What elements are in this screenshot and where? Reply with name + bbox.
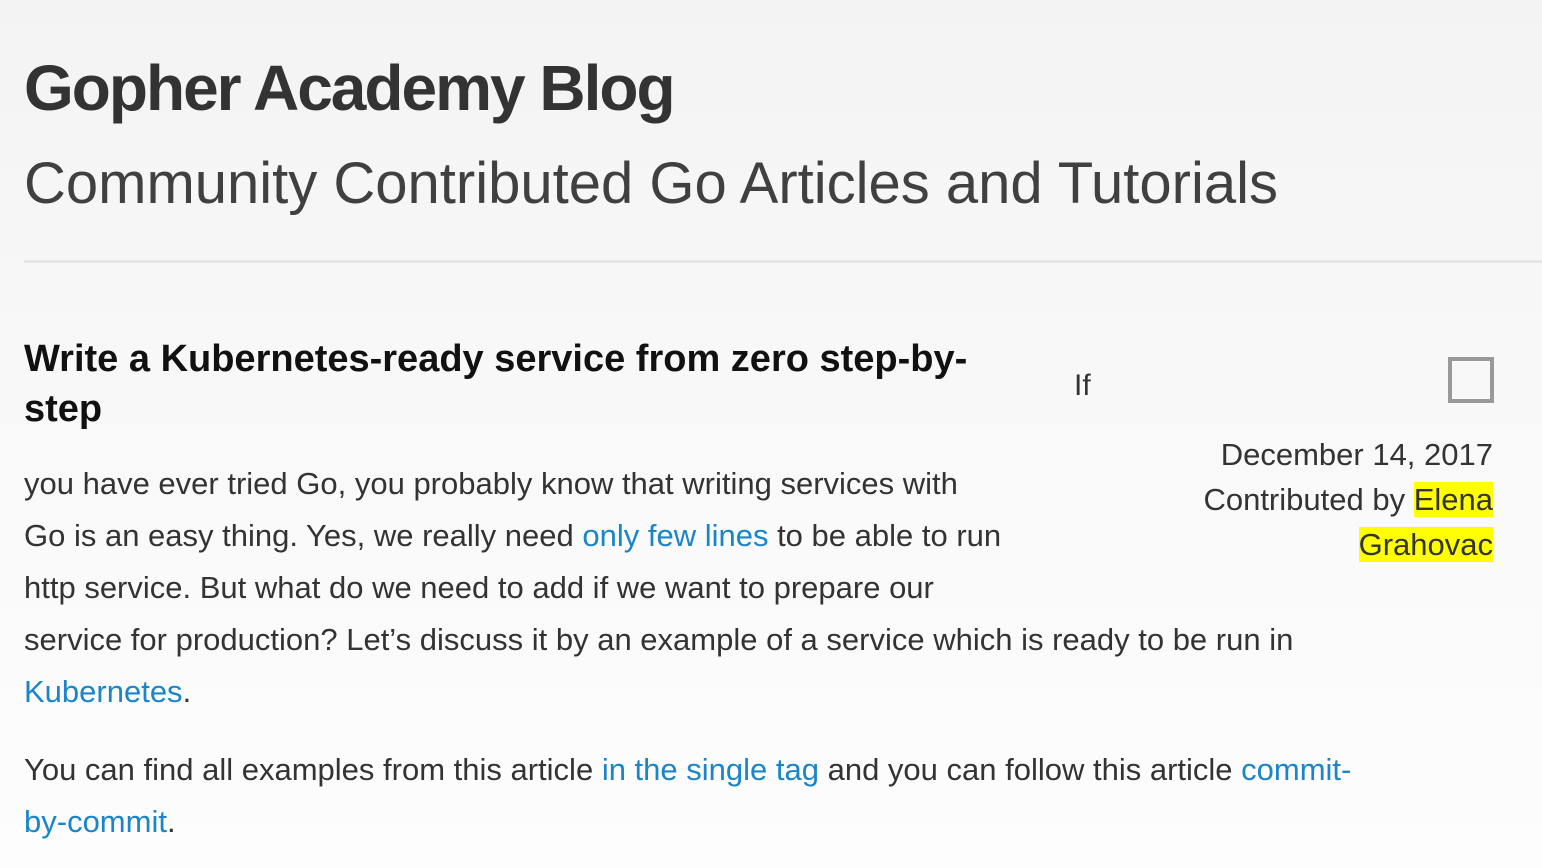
author-first-name[interactable]: Elena — [1413, 482, 1493, 517]
examples-end: . — [166, 804, 176, 839]
post-title-line-2: step — [24, 388, 103, 430]
intro-line-1: you have ever tried Go, you probably kno… — [24, 466, 958, 501]
commit-link-part-2: by-commit — [24, 804, 167, 839]
post-examples-paragraph: You can find all examples from this arti… — [24, 744, 1504, 848]
header-divider — [24, 260, 1542, 263]
intro-line-4: service for production? Let’s discuss it… — [24, 622, 1294, 657]
site-title[interactable]: Gopher Academy Blog — [24, 48, 676, 128]
commit-link-part-1: commit- — [1241, 752, 1352, 787]
post-title[interactable]: Write a Kubernetes-ready service from ze… — [24, 334, 1054, 434]
site-subtitle: Community Contributed Go Articles and Tu… — [24, 151, 1278, 216]
post-intro-paragraph: you have ever tried Go, you probably kno… — [24, 458, 1424, 718]
intro-line-2a: Go is an easy thing. Yes, we really need — [24, 518, 583, 553]
examples-text-a: You can find all examples from this arti… — [24, 752, 602, 787]
intro-end: . — [182, 674, 192, 709]
intro-line-3: http service. But what do we need to add… — [24, 570, 934, 605]
kubernetes-link[interactable]: Kubernetes — [24, 674, 183, 709]
intro-line-2b: to be able to run — [768, 518, 1002, 553]
only-few-lines-link[interactable]: only few lines — [582, 518, 768, 553]
post-title-line-1: Write a Kubernetes-ready service from ze… — [24, 338, 968, 380]
single-tag-link[interactable]: in the single tag — [602, 752, 819, 787]
floated-lead-word: If — [1074, 369, 1091, 402]
examples-text-b: and you can follow this article — [818, 752, 1242, 787]
checkbox-icon[interactable] — [1448, 357, 1494, 403]
